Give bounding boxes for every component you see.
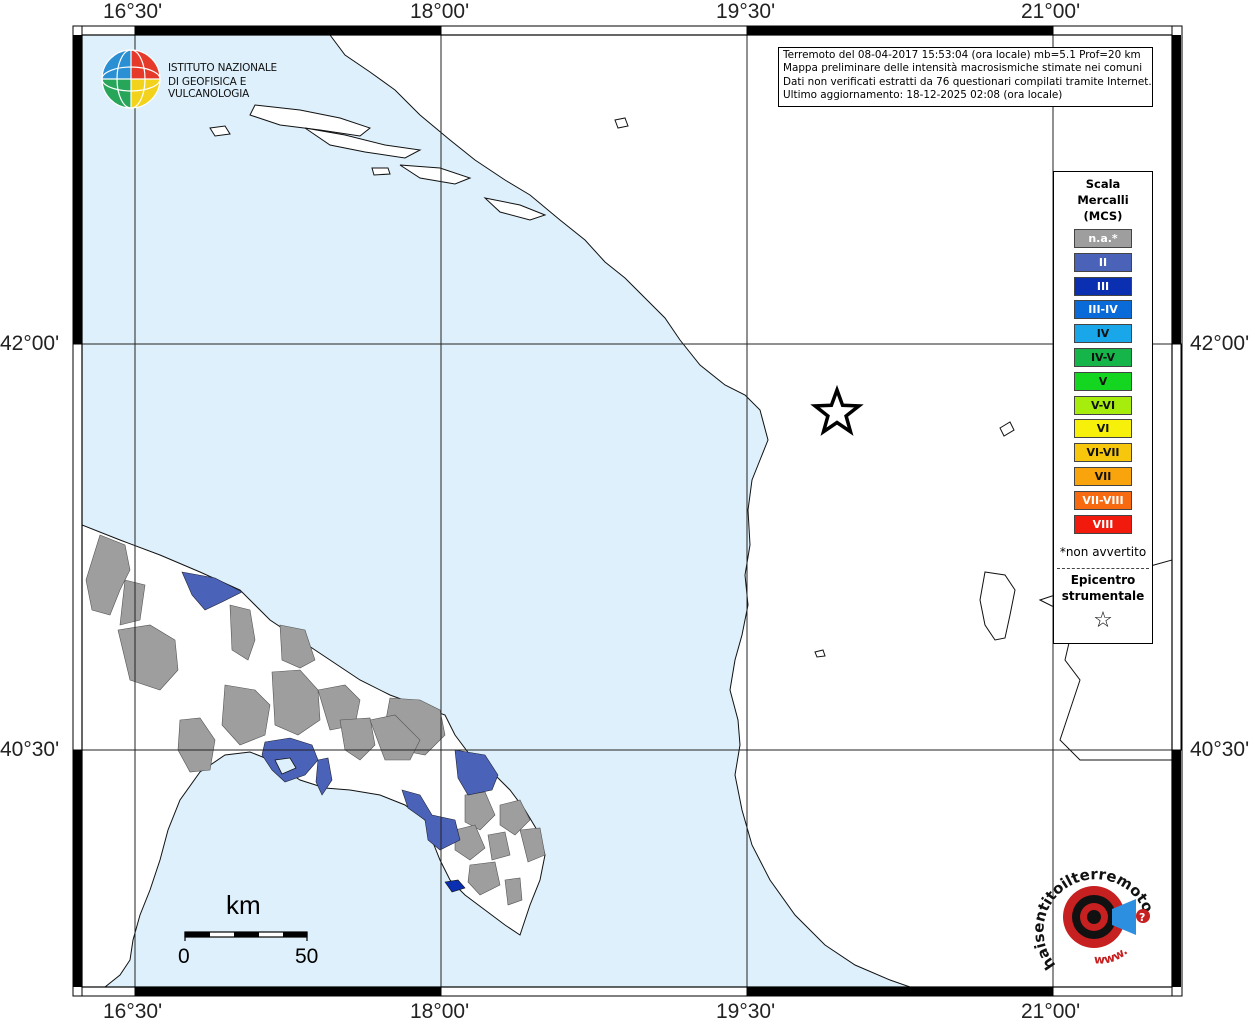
ingv-name-line1: ISTITUTO NAZIONALE: [168, 62, 277, 74]
ingv-globe-icon: [101, 49, 161, 109]
right-label-2: 40°30': [1190, 738, 1250, 761]
legend-title-2: Mercalli: [1077, 193, 1129, 207]
legend-item: V: [1074, 371, 1132, 391]
scale-unit-label: km: [226, 890, 261, 920]
top-label-1: 16°30': [103, 0, 163, 23]
legend-epicenter-star-icon: ☆: [1093, 608, 1113, 633]
scale-min-label: 0: [178, 945, 190, 968]
legend-item: VII-VIII: [1074, 490, 1132, 510]
legend-item: II: [1074, 252, 1132, 272]
event-info-line3: Dati non verificati estratti da 76 quest…: [783, 75, 1152, 88]
legend-title-3: (MCS): [1083, 209, 1123, 223]
legend-epicenter-line1: Epicentro: [1070, 573, 1136, 587]
island-lastovo: [371, 167, 391, 176]
bottom-label-1: 16°30': [103, 1000, 163, 1023]
legend-item: IV: [1074, 324, 1132, 344]
scale-max-label: 50: [295, 945, 319, 968]
ingv-name-line2: DI GEOFISICA E VULCANOLOGIA: [168, 76, 250, 100]
legend-item: VI: [1074, 419, 1132, 439]
ingv-logo: ISTITUTO NAZIONALE DI GEOFISICA E VULCAN…: [100, 46, 320, 110]
legend-item: n.a.*: [1074, 229, 1132, 248]
island-small-2: [614, 117, 629, 129]
legend-item: V-VI: [1074, 395, 1132, 415]
top-label-4: 21°00': [1021, 0, 1081, 23]
legend-item: III-IV: [1074, 300, 1132, 320]
legend-note: *non avvertito: [1059, 545, 1147, 559]
event-info-line2: Mappa preliminare delle intensità macros…: [783, 62, 1143, 75]
legend-epicenter-line2: strumentale: [1061, 589, 1145, 603]
top-label-3: 19°30': [716, 0, 776, 23]
legend-title-1: Scala: [1085, 177, 1121, 191]
left-label-2: 40°30': [0, 738, 60, 761]
legend-item: III: [1074, 276, 1132, 296]
svg-text:?: ?: [1139, 911, 1145, 924]
left-label-1: 42°00': [0, 332, 60, 355]
legend-divider: [1057, 568, 1149, 569]
bottom-label-2: 18°00': [410, 1000, 470, 1023]
legend-item: VIII: [1074, 514, 1132, 534]
legend-item: VII: [1074, 467, 1132, 486]
hst-logo: haisentitoilterremoto.it www. ?: [1028, 855, 1157, 973]
legend-item: IV-V: [1074, 348, 1132, 367]
bottom-label-4: 21°00': [1021, 1000, 1081, 1023]
event-info-line1: Terremoto del 08-04-2017 15:53:04 (ora l…: [783, 49, 1141, 61]
mcs-legend: Scala Mercalli (MCS) n.a.* II III III-IV IV I…: [1053, 171, 1153, 644]
legend-item: VI-VII: [1074, 443, 1132, 463]
event-info-box: Terremoto del 08-04-2017 15:53:04 (ora l…: [778, 47, 1153, 107]
bottom-label-3: 19°30': [716, 1000, 776, 1023]
event-info-line4: Ultimo aggiornamento: 18-12-2025 02:08 (…: [783, 89, 1063, 102]
right-label-1: 42°00': [1190, 332, 1250, 355]
top-label-2: 18°00': [410, 0, 470, 23]
